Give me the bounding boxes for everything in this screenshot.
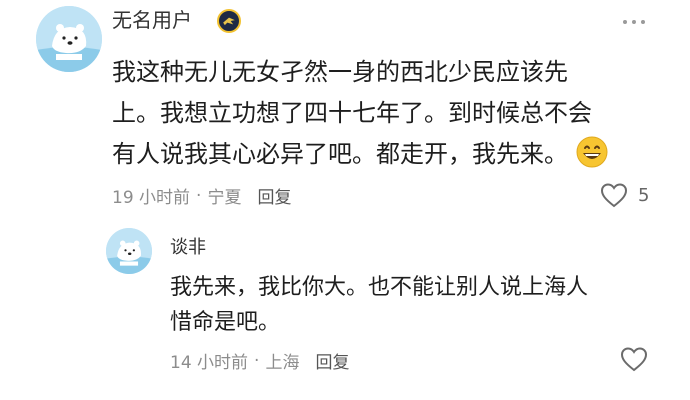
reply-location: 上海 [265,353,300,373]
reply-like-button[interactable] [620,346,648,372]
comment-content: 我这种无儿无女孑然一身的西北少民应该先 上。我想立功想了四十七年了。到时候总不会… [112,52,608,175]
comment-location: 宁夏 [207,188,242,208]
comment-line-with-emoji: 有人说我其心必异了吧。都走开，我先来。 [112,134,608,175]
reply-content: 我先来，我比你大。也不能让别人说上海人 惜命是吧。 [170,270,588,340]
reply-button[interactable]: 回复 [257,183,291,208]
reply-meta: 14 小时前 · 上海 回复 [170,348,349,374]
reply-time: 14 小时前 [170,353,249,373]
heart-outline-icon [620,347,648,372]
comment-line: 上。我想立功想了四十七年了。到时候总不会 [112,99,592,127]
meta-separator: · [254,350,260,371]
reply-avatar[interactable] [106,228,152,274]
reply-username[interactable]: 谈非 [170,236,206,260]
meta-separator: · [196,185,202,206]
grinning-face-emoji [576,136,608,168]
comment-username[interactable]: 无名用户 [112,8,192,32]
polar-bear-avatar-icon [106,228,152,274]
eagle-badge-icon [217,9,241,33]
polar-bear-avatar-icon [36,6,102,72]
reply-line: 惜命是吧。 [170,310,281,335]
comment-line: 有人说我其心必异了吧。都走开，我先来。 [112,140,568,168]
reply-reply-button[interactable]: 回复 [315,348,349,373]
like-count: 5 [638,184,650,206]
comment-meta: 19 小时前 · 宁夏 回复 [112,183,291,209]
comment-line: 我这种无儿无女孑然一身的西北少民应该先 [112,58,568,86]
more-dots-icon[interactable] [623,20,645,24]
like-button[interactable]: 5 [600,182,649,208]
comment-time: 19 小时前 [112,188,191,208]
reply-line: 我先来，我比你大。也不能让别人说上海人 [170,275,589,300]
avatar[interactable] [36,6,102,72]
heart-outline-icon [600,183,628,208]
